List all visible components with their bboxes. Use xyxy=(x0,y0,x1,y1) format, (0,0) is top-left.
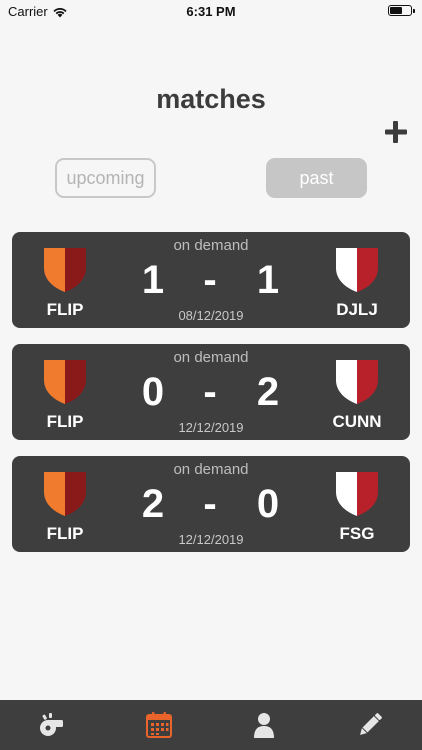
person-icon xyxy=(254,713,274,738)
battery-icon xyxy=(388,5,415,16)
calendar-icon xyxy=(146,712,172,738)
home-team-shield-icon xyxy=(44,248,86,292)
plus-icon xyxy=(385,121,407,143)
whistle-icon xyxy=(40,713,63,736)
away-team-shield-icon xyxy=(336,248,378,292)
home-team-shield-icon xyxy=(44,360,86,404)
home-team-shield-icon xyxy=(44,472,86,516)
tab-edit[interactable] xyxy=(355,710,385,740)
match-date: 12/12/2019 xyxy=(178,532,244,547)
pencil-icon xyxy=(360,713,382,735)
match-date: 12/12/2019 xyxy=(178,420,244,435)
score-separator: - xyxy=(203,370,217,414)
battery-level xyxy=(390,7,402,14)
away-team-shield-icon xyxy=(336,360,378,404)
home-score: 1 xyxy=(141,258,165,302)
tab-bar xyxy=(0,700,422,750)
tab-profile[interactable] xyxy=(249,710,279,740)
home-score: 2 xyxy=(141,482,165,526)
page-title: matches xyxy=(156,84,266,114)
tab-referee[interactable] xyxy=(37,710,67,740)
match-card[interactable]: on demand 1 - 1 FLIP DJLJ 08/12/2019 xyxy=(12,232,410,328)
away-team-shield-icon xyxy=(336,472,378,516)
match-card[interactable]: on demand 0 - 2 FLIP CUNN 12/12/2019 xyxy=(12,344,410,440)
away-score: 0 xyxy=(256,482,280,526)
upcoming-tab-button[interactable]: upcoming xyxy=(55,158,156,198)
tab-matches[interactable] xyxy=(144,710,174,740)
add-match-button[interactable] xyxy=(382,118,410,146)
match-card[interactable]: on demand 2 - 0 FLIP FSG 12/12/2019 xyxy=(12,456,410,552)
score-separator: - xyxy=(203,482,217,526)
score-separator: - xyxy=(203,258,217,302)
away-score: 2 xyxy=(256,370,280,414)
status-bar: Carrier 6:31 PM xyxy=(0,0,422,22)
past-tab-button[interactable]: past xyxy=(266,158,367,198)
away-score: 1 xyxy=(256,258,280,302)
match-date: 08/12/2019 xyxy=(178,308,244,323)
home-score: 0 xyxy=(141,370,165,414)
status-time: 6:31 PM xyxy=(186,4,236,19)
